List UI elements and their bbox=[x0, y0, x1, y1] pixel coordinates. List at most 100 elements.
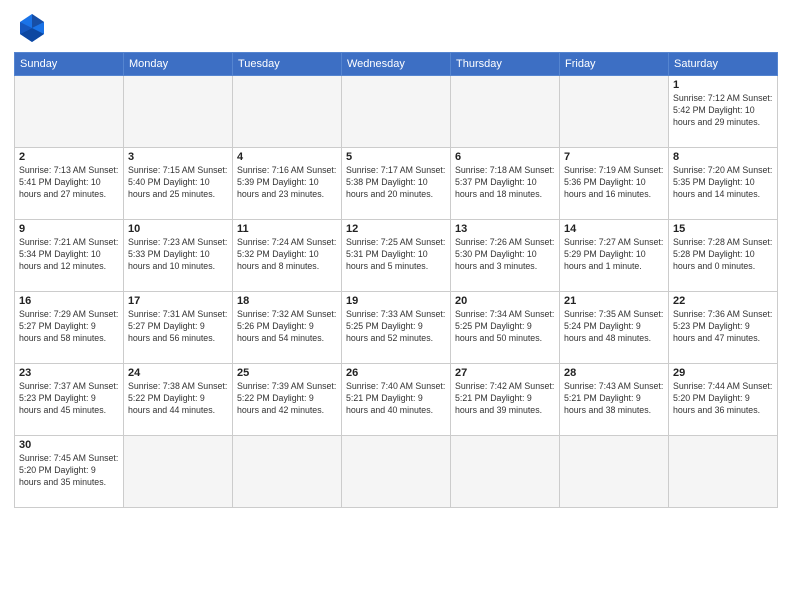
day-number: 10 bbox=[128, 223, 228, 235]
header bbox=[14, 10, 778, 46]
weekday-header-row: SundayMondayTuesdayWednesdayThursdayFrid… bbox=[15, 53, 778, 76]
day-number: 4 bbox=[237, 151, 337, 163]
day-number: 19 bbox=[346, 295, 446, 307]
day-number: 3 bbox=[128, 151, 228, 163]
calendar-cell: 9 Sunrise: 7:21 AM Sunset: 5:34 PM Daylig… bbox=[15, 220, 124, 292]
day-number: 16 bbox=[19, 295, 119, 307]
logo-icon bbox=[14, 10, 50, 46]
calendar-cell: 20Sunrise: 7:34 AM Sunset: 5:25 PM Dayli… bbox=[451, 292, 560, 364]
day-info: Sunrise: 7:31 AM Sunset: 5:27 PM Dayligh… bbox=[128, 309, 228, 345]
day-number: 20 bbox=[455, 295, 555, 307]
day-number: 29 bbox=[673, 367, 773, 379]
day-number: 8 bbox=[673, 151, 773, 163]
day-info: Sunrise: 7:19 AM Sunset: 5:36 PM Dayligh… bbox=[564, 165, 664, 201]
day-number: 30 bbox=[19, 439, 119, 451]
calendar-cell bbox=[15, 76, 124, 148]
day-info: Sunrise: 7:39 AM Sunset: 5:22 PM Dayligh… bbox=[237, 381, 337, 417]
day-info: Sunrise: 7:35 AM Sunset: 5:24 PM Dayligh… bbox=[564, 309, 664, 345]
calendar-table: SundayMondayTuesdayWednesdayThursdayFrid… bbox=[14, 52, 778, 508]
calendar-cell bbox=[669, 436, 778, 508]
day-number: 13 bbox=[455, 223, 555, 235]
day-number: 18 bbox=[237, 295, 337, 307]
day-number: 24 bbox=[128, 367, 228, 379]
day-number: 15 bbox=[673, 223, 773, 235]
calendar-cell: 18 Sunrise: 7:32 AM Sunset: 5:26 PM Dayli… bbox=[233, 292, 342, 364]
day-number: 28 bbox=[564, 367, 664, 379]
day-info: Sunrise: 7:13 AM Sunset: 5:41 PM Dayligh… bbox=[19, 165, 119, 201]
calendar-cell: 7 Sunrise: 7:19 AM Sunset: 5:36 PM Daylig… bbox=[560, 148, 669, 220]
day-info: Sunrise: 7:36 AM Sunset: 5:23 PM Dayligh… bbox=[673, 309, 773, 345]
calendar-cell bbox=[560, 76, 669, 148]
day-info: Sunrise: 7:28 AM Sunset: 5:28 PM Dayligh… bbox=[673, 237, 773, 273]
calendar-cell: 12Sunrise: 7:25 AM Sunset: 5:31 PM Dayli… bbox=[342, 220, 451, 292]
day-info: Sunrise: 7:23 AM Sunset: 5:33 PM Dayligh… bbox=[128, 237, 228, 273]
day-number: 22 bbox=[673, 295, 773, 307]
day-info: Sunrise: 7:27 AM Sunset: 5:29 PM Dayligh… bbox=[564, 237, 664, 273]
weekday-sunday: Sunday bbox=[15, 53, 124, 76]
calendar-row: 2Sunrise: 7:13 AM Sunset: 5:41 PM Daylig… bbox=[15, 148, 778, 220]
day-info: Sunrise: 7:24 AM Sunset: 5:32 PM Dayligh… bbox=[237, 237, 337, 273]
day-info: Sunrise: 7:20 AM Sunset: 5:35 PM Dayligh… bbox=[673, 165, 773, 201]
weekday-saturday: Saturday bbox=[669, 53, 778, 76]
calendar-cell: 23Sunrise: 7:37 AM Sunset: 5:23 PM Dayli… bbox=[15, 364, 124, 436]
day-info: Sunrise: 7:43 AM Sunset: 5:21 PM Dayligh… bbox=[564, 381, 664, 417]
calendar-row: 16Sunrise: 7:29 AM Sunset: 5:27 PM Dayli… bbox=[15, 292, 778, 364]
calendar-cell: 3 Sunrise: 7:15 AM Sunset: 5:40 PM Daylig… bbox=[124, 148, 233, 220]
logo bbox=[14, 10, 54, 46]
day-info: Sunrise: 7:26 AM Sunset: 5:30 PM Dayligh… bbox=[455, 237, 555, 273]
weekday-wednesday: Wednesday bbox=[342, 53, 451, 76]
calendar-cell: 25 Sunrise: 7:39 AM Sunset: 5:22 PM Dayli… bbox=[233, 364, 342, 436]
calendar-cell: 28 Sunrise: 7:43 AM Sunset: 5:21 PM Dayli… bbox=[560, 364, 669, 436]
calendar-cell: 30 Sunrise: 7:45 AM Sunset: 5:20 PM Dayli… bbox=[15, 436, 124, 508]
day-number: 5 bbox=[346, 151, 446, 163]
calendar-row: 9 Sunrise: 7:21 AM Sunset: 5:34 PM Daylig… bbox=[15, 220, 778, 292]
calendar-cell bbox=[124, 76, 233, 148]
calendar-cell: 10 Sunrise: 7:23 AM Sunset: 5:33 PM Dayli… bbox=[124, 220, 233, 292]
day-number: 6 bbox=[455, 151, 555, 163]
day-number: 9 bbox=[19, 223, 119, 235]
day-info: Sunrise: 7:40 AM Sunset: 5:21 PM Dayligh… bbox=[346, 381, 446, 417]
day-info: Sunrise: 7:45 AM Sunset: 5:20 PM Dayligh… bbox=[19, 453, 119, 489]
calendar-cell bbox=[124, 436, 233, 508]
day-info: Sunrise: 7:21 AM Sunset: 5:34 PM Dayligh… bbox=[19, 237, 119, 273]
day-info: Sunrise: 7:38 AM Sunset: 5:22 PM Dayligh… bbox=[128, 381, 228, 417]
day-info: Sunrise: 7:25 AM Sunset: 5:31 PM Dayligh… bbox=[346, 237, 446, 273]
calendar-cell bbox=[233, 436, 342, 508]
weekday-tuesday: Tuesday bbox=[233, 53, 342, 76]
calendar-cell bbox=[451, 76, 560, 148]
calendar-cell: 24 Sunrise: 7:38 AM Sunset: 5:22 PM Dayli… bbox=[124, 364, 233, 436]
calendar-cell: 5 Sunrise: 7:17 AM Sunset: 5:38 PM Daylig… bbox=[342, 148, 451, 220]
day-number: 7 bbox=[564, 151, 664, 163]
day-info: Sunrise: 7:17 AM Sunset: 5:38 PM Dayligh… bbox=[346, 165, 446, 201]
day-number: 26 bbox=[346, 367, 446, 379]
calendar-cell bbox=[560, 436, 669, 508]
calendar-cell: 6Sunrise: 7:18 AM Sunset: 5:37 PM Daylig… bbox=[451, 148, 560, 220]
calendar-cell: 1Sunrise: 7:12 AM Sunset: 5:42 PM Daylig… bbox=[669, 76, 778, 148]
weekday-monday: Monday bbox=[124, 53, 233, 76]
calendar-cell: 27 Sunrise: 7:42 AM Sunset: 5:21 PM Dayli… bbox=[451, 364, 560, 436]
calendar-cell bbox=[233, 76, 342, 148]
calendar-cell bbox=[451, 436, 560, 508]
day-number: 25 bbox=[237, 367, 337, 379]
calendar-cell: 14 Sunrise: 7:27 AM Sunset: 5:29 PM Dayli… bbox=[560, 220, 669, 292]
day-number: 11 bbox=[237, 223, 337, 235]
day-number: 27 bbox=[455, 367, 555, 379]
day-info: Sunrise: 7:15 AM Sunset: 5:40 PM Dayligh… bbox=[128, 165, 228, 201]
calendar-row: 30 Sunrise: 7:45 AM Sunset: 5:20 PM Dayli… bbox=[15, 436, 778, 508]
calendar-cell: 15 Sunrise: 7:28 AM Sunset: 5:28 PM Dayli… bbox=[669, 220, 778, 292]
day-info: Sunrise: 7:12 AM Sunset: 5:42 PM Dayligh… bbox=[673, 93, 773, 129]
day-number: 21 bbox=[564, 295, 664, 307]
day-number: 17 bbox=[128, 295, 228, 307]
day-number: 23 bbox=[19, 367, 119, 379]
calendar-cell: 2Sunrise: 7:13 AM Sunset: 5:41 PM Daylig… bbox=[15, 148, 124, 220]
day-info: Sunrise: 7:42 AM Sunset: 5:21 PM Dayligh… bbox=[455, 381, 555, 417]
weekday-thursday: Thursday bbox=[451, 53, 560, 76]
day-number: 14 bbox=[564, 223, 664, 235]
day-info: Sunrise: 7:32 AM Sunset: 5:26 PM Dayligh… bbox=[237, 309, 337, 345]
calendar-cell: 17 Sunrise: 7:31 AM Sunset: 5:27 PM Dayli… bbox=[124, 292, 233, 364]
weekday-friday: Friday bbox=[560, 53, 669, 76]
day-info: Sunrise: 7:16 AM Sunset: 5:39 PM Dayligh… bbox=[237, 165, 337, 201]
calendar-cell: 21 Sunrise: 7:35 AM Sunset: 5:24 PM Dayli… bbox=[560, 292, 669, 364]
day-info: Sunrise: 7:44 AM Sunset: 5:20 PM Dayligh… bbox=[673, 381, 773, 417]
page: SundayMondayTuesdayWednesdayThursdayFrid… bbox=[0, 0, 792, 612]
